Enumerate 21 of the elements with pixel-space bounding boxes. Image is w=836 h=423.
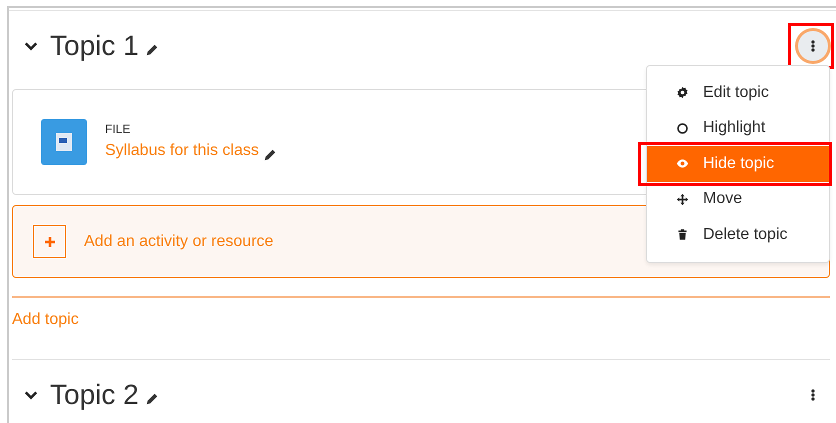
activity-type: FILE	[105, 122, 132, 136]
section-title: Topic 1	[50, 30, 139, 62]
kebab-icon	[811, 389, 815, 401]
circle-icon	[676, 122, 689, 135]
pencil-icon[interactable]	[144, 392, 159, 406]
pencil-icon[interactable]	[144, 43, 159, 57]
eye-icon	[676, 157, 689, 170]
pencil-icon[interactable]	[262, 148, 277, 162]
more-options-button[interactable]	[798, 31, 828, 61]
menu-item[interactable]: Delete topic	[647, 217, 829, 252]
plus-icon	[44, 236, 56, 248]
trash-icon	[676, 228, 689, 242]
add-button[interactable]	[33, 225, 66, 258]
section-title: Topic 2	[50, 379, 139, 411]
gear-icon	[676, 86, 689, 100]
menu-item[interactable]: Edit topic	[647, 75, 829, 110]
move-icon	[676, 192, 689, 206]
menu-item[interactable]: Highlight	[647, 110, 829, 146]
menu-item[interactable]: Move	[647, 182, 829, 217]
kebab-icon	[811, 40, 815, 52]
document-icon	[41, 119, 87, 165]
